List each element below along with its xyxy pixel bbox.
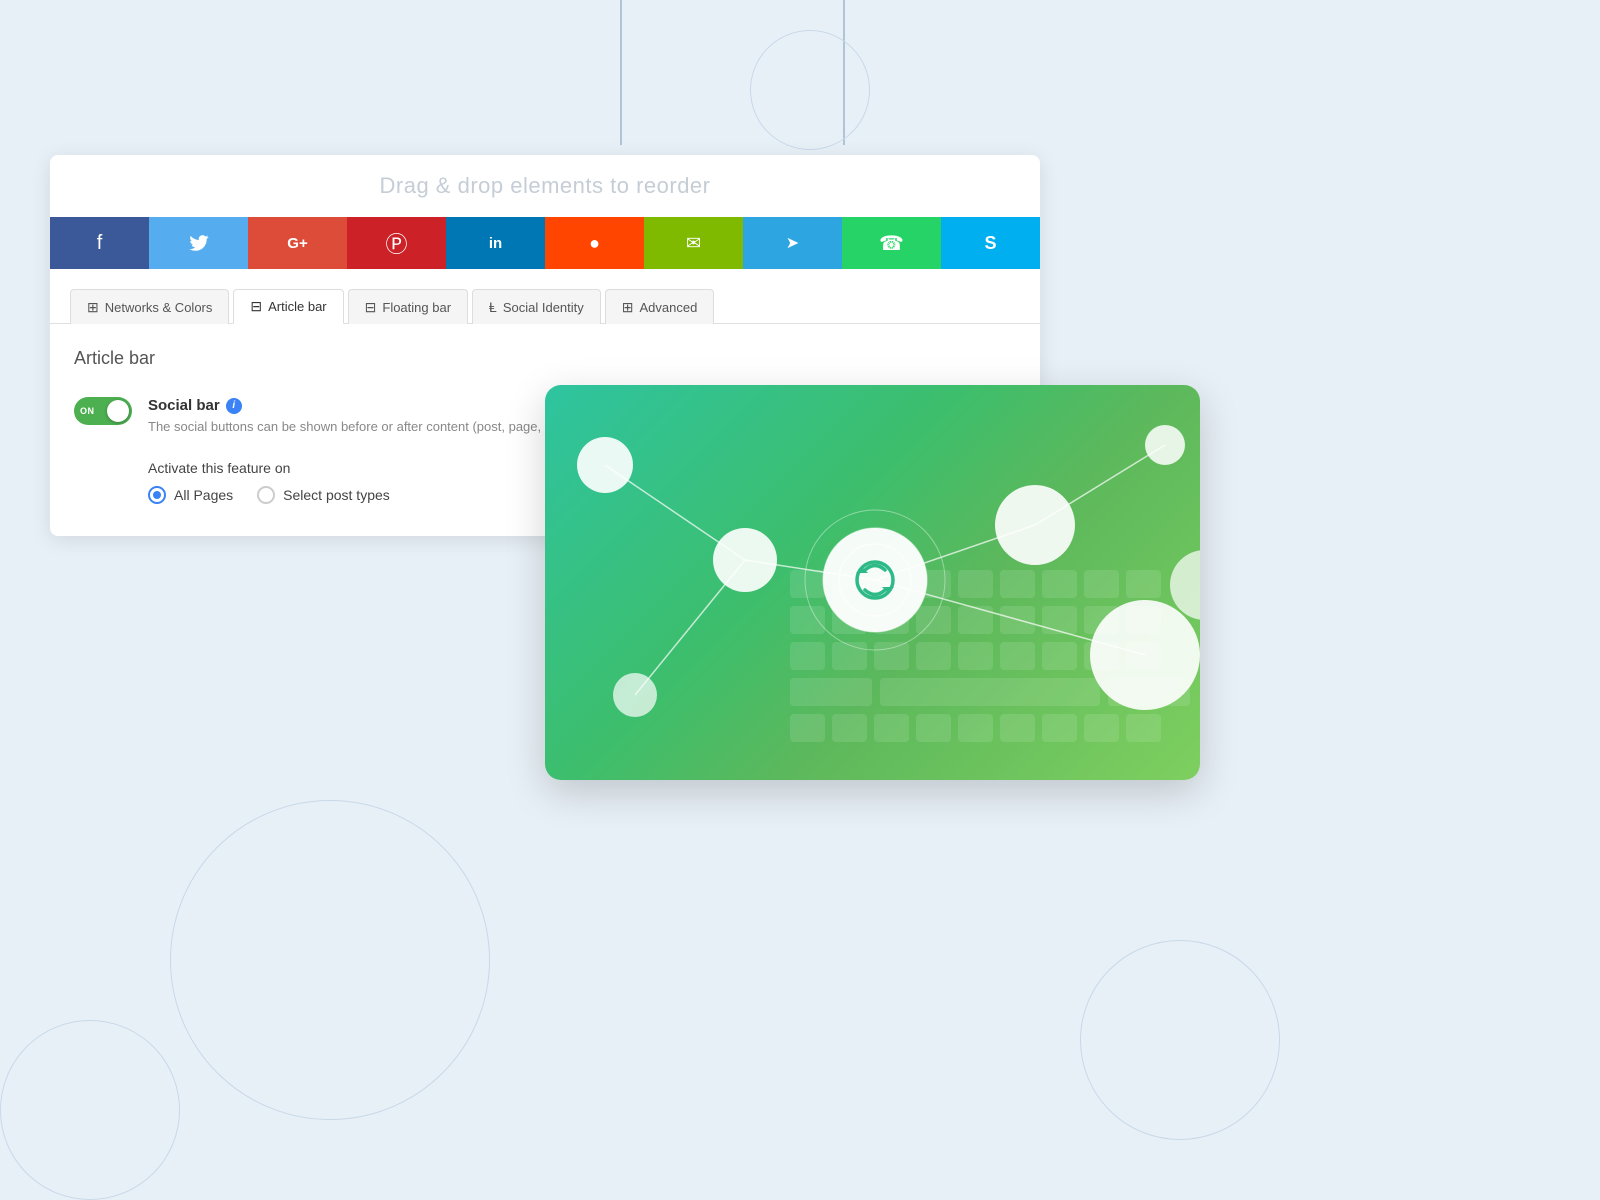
toggle-label: ON	[80, 406, 95, 416]
social-btn-telegram[interactable]: ➤	[743, 217, 842, 269]
social-bar: f G+ Ⓟ in ● ✉ ➤ ☎ S	[50, 217, 1040, 269]
toggle-knob	[107, 400, 129, 422]
social-btn-googleplus[interactable]: G+	[248, 217, 347, 269]
social-identity-icon: Ⱡ	[489, 299, 497, 315]
tab-advanced-label: Advanced	[640, 300, 698, 315]
advanced-icon: ⊞	[622, 299, 634, 316]
bg-circle-1	[170, 800, 490, 1120]
radio-outer-all-pages	[148, 486, 166, 504]
drag-banner-text: Drag & drop elements to reorder	[380, 173, 711, 198]
decorative-line-2	[843, 0, 845, 145]
radio-all-pages[interactable]: All Pages	[148, 486, 233, 504]
radio-outer-select-post	[257, 486, 275, 504]
setting-name: Social bar	[148, 397, 220, 414]
bg-circle-2	[0, 1020, 180, 1200]
social-bar-toggle[interactable]: ON	[74, 397, 132, 425]
tab-article-bar[interactable]: ⊟ Article bar	[233, 289, 343, 324]
green-promo-card	[545, 385, 1200, 780]
info-icon[interactable]: i	[226, 398, 242, 414]
tab-networks-colors-label: Networks & Colors	[105, 300, 213, 315]
floating-bar-icon: ⊟	[365, 299, 377, 316]
social-btn-linkedin[interactable]: in	[446, 217, 545, 269]
radio-label-all-pages: All Pages	[174, 487, 233, 503]
social-btn-email[interactable]: ✉	[644, 217, 743, 269]
drag-banner: Drag & drop elements to reorder	[50, 155, 1040, 217]
tab-networks-colors[interactable]: ⊞ Networks & Colors	[70, 289, 229, 324]
social-btn-twitter[interactable]	[149, 217, 248, 269]
bg-circle-4	[750, 30, 870, 150]
radio-inner-all-pages	[153, 491, 161, 499]
toggle-wrap: ON	[74, 397, 132, 425]
bg-circle-3	[1080, 940, 1280, 1140]
tab-advanced[interactable]: ⊞ Advanced	[605, 289, 715, 324]
decorative-line-1	[620, 0, 622, 145]
tab-article-bar-label: Article bar	[268, 299, 327, 314]
radio-label-select-post: Select post types	[283, 487, 390, 503]
social-btn-facebook[interactable]: f	[50, 217, 149, 269]
social-btn-pinterest[interactable]: Ⓟ	[347, 217, 446, 269]
network-nodes-svg	[545, 385, 1200, 780]
green-card-background	[545, 385, 1200, 780]
article-bar-icon: ⊟	[250, 298, 262, 315]
tab-social-identity[interactable]: Ⱡ Social Identity	[472, 289, 601, 324]
social-btn-reddit[interactable]: ●	[545, 217, 644, 269]
section-title: Article bar	[74, 348, 1016, 369]
social-btn-skype[interactable]: S	[941, 217, 1040, 269]
social-btn-whatsapp[interactable]: ☎	[842, 217, 941, 269]
tab-floating-bar[interactable]: ⊟ Floating bar	[348, 289, 468, 324]
tab-social-identity-label: Social Identity	[503, 300, 584, 315]
networks-colors-icon: ⊞	[87, 299, 99, 316]
tabs-container: ⊞ Networks & Colors ⊟ Article bar ⊟ Floa…	[50, 269, 1040, 324]
radio-select-post-types[interactable]: Select post types	[257, 486, 390, 504]
tab-floating-bar-label: Floating bar	[382, 300, 451, 315]
